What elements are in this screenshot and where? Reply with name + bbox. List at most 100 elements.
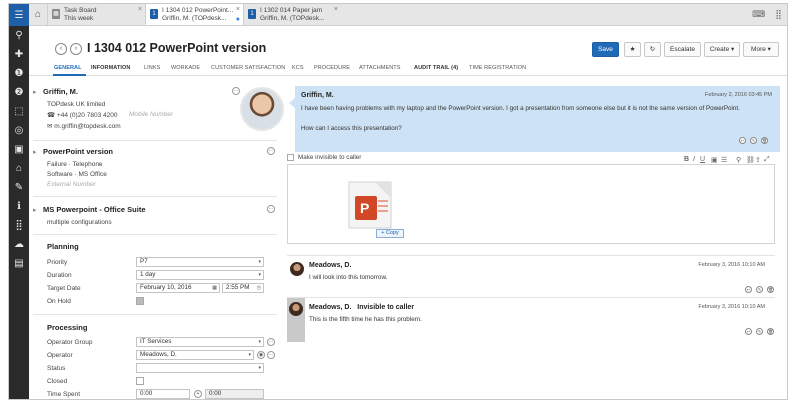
edit-icon[interactable]: ✎: [750, 137, 757, 144]
status-select[interactable]: ▾: [136, 363, 264, 373]
category: Software · MS Office: [47, 171, 107, 178]
back-icon[interactable]: ‹: [55, 43, 67, 55]
asset-options-icon[interactable]: ⋯: [267, 205, 275, 213]
bold-icon[interactable]: B: [684, 156, 689, 163]
second-line-incident-icon[interactable]: ❷: [9, 83, 29, 102]
duration-value: 1 day: [140, 271, 156, 278]
target-time-input[interactable]: 2:55 PM ◷: [222, 283, 264, 293]
collapse-icon[interactable]: ▸: [33, 206, 37, 214]
tab-kcs[interactable]: KCS: [292, 65, 304, 71]
divider: [33, 314, 277, 315]
change-icon[interactable]: ⬚: [9, 102, 29, 121]
delete-icon[interactable]: 🗑: [767, 286, 774, 293]
close-icon[interactable]: ×: [138, 6, 142, 14]
tab-time-registration[interactable]: TIME REGISTRATION: [469, 65, 526, 71]
caller-email[interactable]: ✉ m.griffin@topdesk.com: [47, 122, 121, 130]
operator-avatar: [289, 302, 303, 316]
upload-icon[interactable]: ⇪: [755, 156, 761, 164]
menu-icon[interactable]: ☰: [9, 4, 29, 26]
delete-icon[interactable]: 🗑: [761, 137, 768, 144]
time-spent-input[interactable]: 0:00: [136, 389, 190, 399]
attach-icon[interactable]: ⚲: [736, 156, 741, 164]
tab-information[interactable]: INFORMATION: [91, 65, 131, 71]
create-button[interactable]: Create ▾: [704, 42, 740, 57]
collapse-icon[interactable]: ▸: [33, 88, 37, 96]
operator-person-icon[interactable]: ◉: [257, 351, 265, 359]
more-button[interactable]: More ▾: [743, 42, 779, 57]
object-title[interactable]: PowerPoint version: [43, 147, 113, 156]
underline-icon[interactable]: U: [700, 156, 705, 163]
new-call-icon[interactable]: ✚: [9, 45, 29, 64]
add-time-icon[interactable]: +: [194, 390, 202, 398]
info-icon[interactable]: ℹ: [9, 197, 29, 216]
target-date-input[interactable]: February 10, 2016 ▦: [136, 283, 220, 293]
close-icon[interactable]: ×: [334, 6, 338, 14]
edit-icon[interactable]: ✎: [756, 328, 763, 335]
escalate-button[interactable]: Escalate: [664, 42, 701, 57]
incident-icon[interactable]: ❶: [9, 64, 29, 83]
operator-options-icon[interactable]: ⋯: [267, 351, 275, 359]
template-icon[interactable]: ☰: [721, 156, 727, 164]
image-icon[interactable]: ▣: [711, 156, 718, 164]
link-icon[interactable]: ⛓: [746, 156, 755, 164]
chevron-down-icon: ▾: [258, 259, 261, 265]
problem-icon[interactable]: ◎: [9, 121, 29, 140]
tab-customer-satisfaction[interactable]: CUSTOMER SATISFACTION: [211, 65, 285, 71]
search-icon[interactable]: ⚲: [9, 26, 29, 45]
on-hold-checkbox: [136, 297, 144, 305]
tab-workade[interactable]: WORKADE: [171, 65, 200, 71]
delete-icon[interactable]: 🗑: [767, 328, 774, 335]
caller-phone: ☎ +44 (0)20 7803 4200: [47, 111, 117, 119]
forward-icon[interactable]: ›: [70, 43, 82, 55]
powerpoint-file-icon[interactable]: P: [345, 180, 395, 230]
tab-incident-powerpoint[interactable]: 1 I 1304 012 PowerPoint... Griffin, M. (…: [145, 4, 243, 25]
duration-select[interactable]: 1 day ▾: [136, 270, 264, 280]
reply-icon[interactable]: ↩: [745, 286, 752, 293]
refresh-icon[interactable]: ↻: [644, 42, 661, 57]
keyboard-icon[interactable]: ⌨: [752, 9, 765, 20]
invisible-to-caller-checkbox[interactable]: [287, 154, 294, 161]
tab-task-board[interactable]: ▦ Task Board This week ×: [47, 4, 145, 25]
tab-procedure[interactable]: PROCEDURE: [314, 65, 350, 71]
operator-group-select[interactable]: IT Services ▾: [136, 337, 264, 347]
apps-grid-icon[interactable]: ⣿: [775, 9, 782, 20]
object-options-icon[interactable]: ⋯: [267, 147, 275, 155]
reservations-icon[interactable]: ☁: [9, 235, 29, 254]
report-icon[interactable]: ▤: [9, 254, 29, 273]
clock-icon[interactable]: ◷: [257, 284, 261, 292]
collapse-icon[interactable]: ▸: [33, 148, 37, 156]
apps-icon[interactable]: ⣿: [9, 216, 29, 235]
caller-options-icon[interactable]: ⋯: [232, 87, 240, 95]
italic-icon[interactable]: I: [693, 156, 695, 163]
edit-icon[interactable]: ✎: [756, 286, 763, 293]
save-button[interactable]: Save: [592, 42, 619, 57]
home-icon[interactable]: ⌂: [29, 4, 47, 25]
reply-icon[interactable]: ↩: [745, 328, 752, 335]
knowledge-icon[interactable]: ✎: [9, 178, 29, 197]
tab-subtitle: This week: [64, 15, 94, 22]
camera-icon[interactable]: ▣: [9, 140, 29, 159]
close-icon[interactable]: ×: [236, 6, 240, 14]
calendar-icon[interactable]: ▦: [212, 284, 217, 292]
tab-incident-paper-jam[interactable]: 1 I 1302 014 Paper jam Griffin, M. (TOPd…: [243, 4, 341, 25]
caller-name[interactable]: Griffin, M.: [43, 87, 78, 96]
asset-title[interactable]: MS Powerpoint - Office Suite: [43, 205, 146, 214]
operator-select[interactable]: Meadows, D. ▾: [136, 350, 254, 360]
asset-icon[interactable]: ⌂: [9, 159, 29, 178]
expand-icon[interactable]: ⤢: [764, 156, 770, 164]
priority-select[interactable]: P7 ▾: [136, 257, 264, 267]
tab-general[interactable]: GENERAL: [54, 65, 82, 71]
invisible-message: Meadows, D. Invisible to caller February…: [287, 297, 775, 342]
favorite-icon[interactable]: ★: [624, 42, 641, 57]
reply-icon[interactable]: ↩: [739, 137, 746, 144]
tab-audit-trail[interactable]: AUDIT TRAIL (4): [414, 65, 458, 71]
closed-checkbox[interactable]: [136, 377, 144, 385]
operator-group-options-icon[interactable]: ⋯: [267, 338, 275, 346]
tab-attachments[interactable]: ATTACHMENTS: [359, 65, 401, 71]
incident-icon: 1: [248, 9, 256, 19]
tab-links[interactable]: LINKS: [144, 65, 160, 71]
active-tab-indicator: [53, 74, 86, 76]
on-hold-label: On Hold: [47, 298, 71, 305]
create-label: Create: [709, 46, 730, 53]
copy-label: Copy: [385, 230, 399, 236]
